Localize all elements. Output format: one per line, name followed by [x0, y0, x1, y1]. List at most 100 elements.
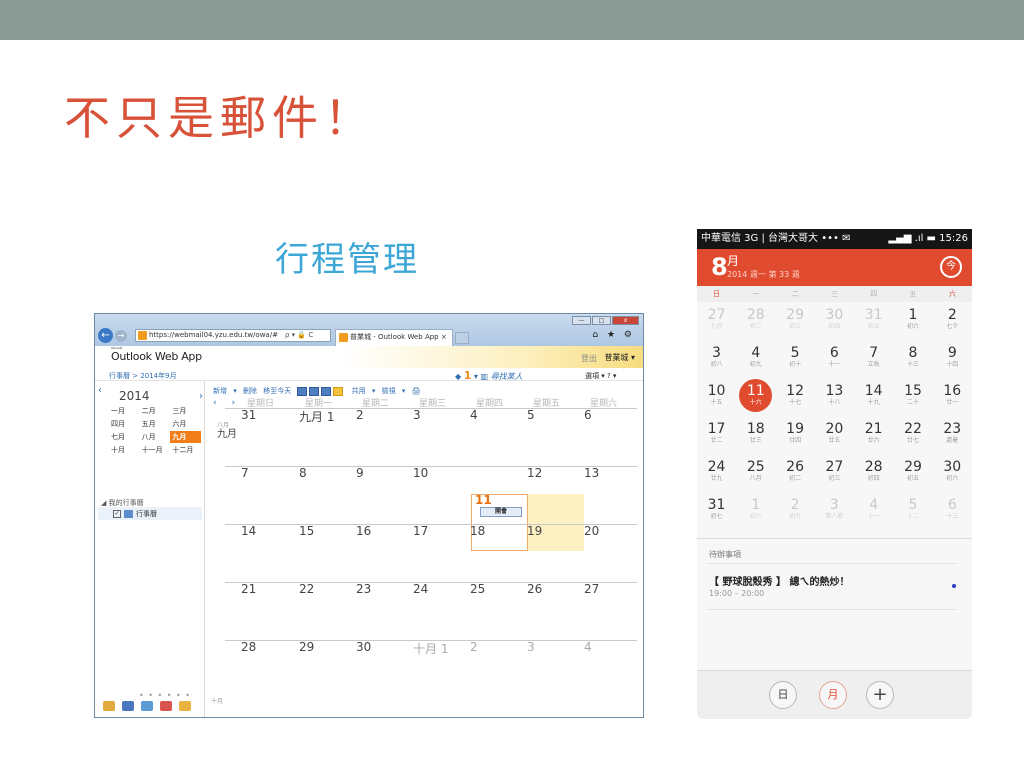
calendar-day[interactable]: 5 初十: [776, 345, 815, 383]
day-cell[interactable]: 21: [241, 582, 256, 596]
calendar-list-item[interactable]: ✓ 行事曆: [113, 509, 157, 519]
minimize-button[interactable]: —: [572, 316, 591, 325]
calendar-day[interactable]: 19 廿四: [776, 421, 815, 459]
contacts-icon[interactable]: [141, 701, 153, 711]
month-item[interactable]: 八月: [140, 431, 171, 443]
back-arrow-icon[interactable]: ←: [98, 328, 113, 343]
calendar-day[interactable]: 9 十四: [933, 345, 972, 383]
calendar-module-icon[interactable]: [122, 701, 134, 711]
next-year-icon[interactable]: ›: [199, 391, 203, 402]
calendar-day[interactable]: 29 初五: [894, 459, 933, 497]
calendar-day[interactable]: 6 十三: [933, 497, 972, 535]
day-cell[interactable]: 3: [413, 408, 421, 422]
more-dots[interactable]: • • • • • •: [139, 691, 191, 700]
day-cell[interactable]: 九月 1: [299, 408, 334, 425]
meeting-event[interactable]: 開會: [480, 507, 522, 517]
day-cell[interactable]: 12: [527, 466, 542, 480]
day-cell[interactable]: 20: [584, 524, 599, 538]
day-cell[interactable]: 4: [470, 408, 478, 422]
month-item[interactable]: 六月: [170, 418, 201, 430]
day-cell[interactable]: 7: [241, 466, 249, 480]
calendar-day[interactable]: 17 廿二: [697, 421, 736, 459]
calendar-day[interactable]: 18 廿三: [736, 421, 775, 459]
work-week-view-icon[interactable]: [309, 386, 320, 396]
tasks-icon[interactable]: [160, 701, 172, 711]
people-search-field[interactable]: 尋找某人: [491, 372, 523, 381]
calendar-day[interactable]: 22 廿七: [894, 421, 933, 459]
month-item[interactable]: 十二月: [170, 444, 201, 456]
month-item[interactable]: 十月: [109, 444, 140, 456]
day-cell[interactable]: 26: [527, 582, 542, 596]
tab-close-icon[interactable]: ×: [441, 333, 447, 341]
address-bar-tools[interactable]: ρ ▾ 🔒 C: [285, 329, 313, 342]
browser-tab[interactable]: 普業城 - Outlook Web App ×: [335, 329, 453, 346]
calendar-day[interactable]: 31 初五: [854, 307, 893, 345]
calendar-day[interactable]: 15 二十: [894, 383, 933, 421]
calendar-day[interactable]: 12 十七: [776, 383, 815, 421]
maximize-button[interactable]: □: [592, 316, 611, 325]
day-cell[interactable]: 5: [527, 408, 535, 422]
calendar-day[interactable]: 8 十三: [894, 345, 933, 383]
day-cell[interactable]: 2: [470, 640, 478, 654]
calendar-day[interactable]: 7 立秋: [854, 345, 893, 383]
calendar-day[interactable]: 30 初四: [815, 307, 854, 345]
day-cell[interactable]: 8: [299, 466, 307, 480]
forward-arrow-icon[interactable]: →: [115, 329, 127, 342]
calendar-day[interactable]: 2 七夕: [933, 307, 972, 345]
people-search[interactable]: ◆ 1 ▾ ▥ 尋找某人: [455, 369, 523, 382]
day-cell[interactable]: 10: [413, 466, 428, 480]
day-cell[interactable]: 25: [470, 582, 485, 596]
calendar-day[interactable]: 4 十一: [854, 497, 893, 535]
month-item[interactable]: 四月: [109, 418, 140, 430]
day-cell[interactable]: 2: [356, 408, 364, 422]
mail-icon[interactable]: [103, 701, 115, 711]
calendar-day[interactable]: 24 廿九: [697, 459, 736, 497]
day-cell[interactable]: 28: [241, 640, 256, 654]
day-view-button[interactable]: 日: [769, 681, 797, 709]
prev-year-icon[interactable]: ‹: [98, 385, 102, 396]
calendar-day[interactable]: 2 初九: [776, 497, 815, 535]
calendar-day[interactable]: 16 廿一: [933, 383, 972, 421]
calendar-day[interactable]: 1 初八: [736, 497, 775, 535]
new-tab-button[interactable]: [455, 332, 469, 344]
day-cell[interactable]: 16: [356, 524, 371, 538]
month-item[interactable]: 九月: [170, 431, 201, 443]
today-cell[interactable]: 11 開會: [471, 493, 528, 551]
day-cell[interactable]: 29: [299, 640, 314, 654]
calendar-day[interactable]: 25 八月: [736, 459, 775, 497]
day-cell[interactable]: 24: [413, 582, 428, 596]
calendar-day[interactable]: 29 初三: [776, 307, 815, 345]
month-item[interactable]: 十一月: [140, 444, 171, 456]
calendar-day[interactable]: 10 十五: [697, 383, 736, 421]
calendar-day[interactable]: 26 初二: [776, 459, 815, 497]
day-cell[interactable]: 十月 1: [413, 640, 448, 657]
add-event-button[interactable]: +: [866, 681, 894, 709]
month-item[interactable]: 一月: [109, 405, 140, 417]
day-cell[interactable]: 3: [527, 640, 535, 654]
day-cell[interactable]: 22: [299, 582, 314, 596]
day-cell[interactable]: 30: [356, 640, 371, 654]
calendar-day[interactable]: 14 十九: [854, 383, 893, 421]
toolbar-share-view-print[interactable]: 共用 ▾ 檢視 ▾ 🖨: [352, 387, 421, 395]
day-cell[interactable]: 9: [356, 466, 364, 480]
month-item[interactable]: 五月: [140, 418, 171, 430]
day-cell[interactable]: 13: [584, 466, 599, 480]
user-menu[interactable]: 普業城 ▾: [604, 352, 635, 363]
calendar-day[interactable]: 4 初九: [736, 345, 775, 383]
calendar-day[interactable]: 28 初二: [736, 307, 775, 345]
calendar-day[interactable]: 20 廿五: [815, 421, 854, 459]
calendar-day[interactable]: 5 十二: [894, 497, 933, 535]
today-button[interactable]: 今: [940, 256, 962, 278]
day-cell[interactable]: 4: [584, 640, 592, 654]
day-cell[interactable]: 15: [299, 524, 314, 538]
day-cell[interactable]: 18: [470, 524, 485, 538]
calendar-day[interactable]: 31 初七: [697, 497, 736, 535]
day-cell[interactable]: 17: [413, 524, 428, 538]
calendar-day[interactable]: 30 初六: [933, 459, 972, 497]
day-cell[interactable]: 23: [356, 582, 371, 596]
sign-out-link[interactable]: 登出: [581, 353, 597, 364]
calendar-day[interactable]: 27 七月: [697, 307, 736, 345]
calendar-day[interactable]: 6 十一: [815, 345, 854, 383]
calendar-day[interactable]: 27 初三: [815, 459, 854, 497]
toolbar-actions[interactable]: 新增 ▾ 刪除 移至今天: [213, 387, 291, 395]
